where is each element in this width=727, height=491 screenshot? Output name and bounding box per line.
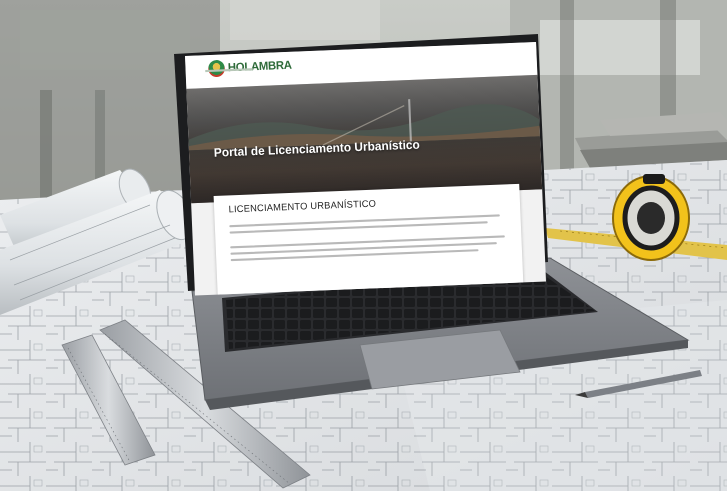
logo-text: HOLAMBRA <box>227 59 292 75</box>
laptop-screen: HOLAMBRA Portal de Licenciamento Urbanís… <box>185 41 547 296</box>
site-logo[interactable]: HOLAMBRA <box>207 57 292 78</box>
content-card: LICENCIAMENTO URBANÍSTICO <box>213 183 524 296</box>
photo-scene: HOLAMBRA Portal de Licenciamento Urbanís… <box>0 0 727 491</box>
section-title: LICENCIAMENTO URBANÍSTICO <box>228 198 377 215</box>
site-nav <box>504 55 523 56</box>
